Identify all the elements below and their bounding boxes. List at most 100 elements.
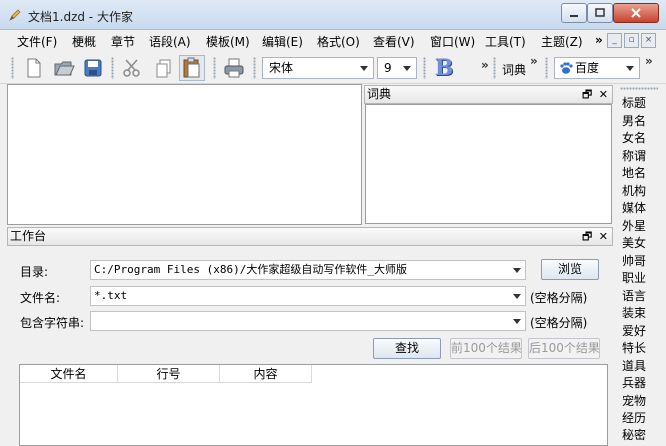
toolbar: 宋体 9 B » 词典 » 百度 » [0, 52, 666, 84]
toolbar-overflow-chevron[interactable]: » [481, 58, 489, 72]
sidebar-item[interactable]: 爱好 [622, 322, 646, 339]
dict-overflow-chevron[interactable]: » [530, 54, 538, 68]
new-document-button[interactable] [21, 55, 47, 81]
menu-view[interactable]: 查看(V) [373, 33, 415, 50]
sidebar-item[interactable]: 地名 [622, 164, 646, 181]
dictionary-panel-body[interactable] [365, 104, 612, 224]
previous-100-results-button[interactable]: 前100个结果 [450, 338, 522, 359]
menu-chapter[interactable]: 章节 [111, 33, 135, 50]
sidebar-item[interactable]: 秘密 [622, 426, 646, 443]
filename-hint: (空格分隔) [530, 291, 588, 305]
paste-button[interactable] [179, 55, 205, 81]
save-disk-icon [84, 59, 102, 77]
copy-button[interactable] [151, 55, 177, 81]
menu-file[interactable]: 文件(F) [17, 33, 57, 50]
close-panel-icon[interactable]: ✕ [599, 230, 608, 243]
workbench-panel: 目录: C:/Program Files (x86)/大作家超级自动写作软件_大… [7, 246, 612, 446]
menu-template[interactable]: 模板(M) [206, 33, 250, 50]
sidebar-item[interactable]: 女名 [622, 129, 646, 146]
search-engine-select[interactable]: 百度 [554, 57, 640, 79]
minimize-button[interactable] [561, 3, 587, 23]
next-100-results-button[interactable]: 后100个结果 [528, 338, 600, 359]
menu-edit[interactable]: 编辑(E) [262, 33, 303, 50]
search-results-table[interactable]: 文件名 行号 内容 [19, 364, 608, 446]
browse-button[interactable]: 浏览 [541, 259, 599, 280]
sidebar-item[interactable]: 宠物 [622, 392, 646, 409]
toolbar-grip[interactable] [253, 57, 256, 79]
dictionary-button[interactable]: 词典 [502, 61, 526, 78]
document-editor[interactable] [7, 84, 362, 225]
menu-paragraph[interactable]: 语段(A) [149, 33, 191, 50]
menu-overflow-chevron[interactable]: » [595, 33, 603, 47]
maximize-button[interactable] [587, 3, 613, 23]
column-header-content[interactable]: 内容 [220, 365, 312, 383]
directory-select[interactable]: C:/Program Files (x86)/大作家超级自动写作软件_大师版 [90, 260, 526, 280]
mdi-close-button[interactable]: × [641, 33, 656, 48]
save-button[interactable] [80, 55, 106, 81]
contains-string-label: 包含字符串: [20, 316, 85, 330]
sidebar-item[interactable]: 美女 [622, 234, 646, 251]
bold-icon: B [434, 55, 454, 81]
toolbar-grip[interactable] [11, 57, 14, 79]
sidebar-item[interactable]: 男名 [622, 112, 646, 129]
menu-tools[interactable]: 工具(T) [485, 33, 526, 50]
sidebar-grip[interactable] [620, 87, 658, 90]
menu-topic[interactable]: 主题(Z) [541, 33, 583, 50]
sidebar-item[interactable]: 称谓 [622, 147, 646, 164]
sidebar-item[interactable]: 媒体 [622, 199, 646, 216]
sidebar-item[interactable]: 兵器 [622, 374, 646, 391]
toolbar-grip[interactable] [423, 57, 426, 79]
workbench-panel-title: 工作台 [10, 229, 47, 243]
directory-value: C:/Program Files (x86)/大作家超级自动写作软件_大师版 [94, 263, 407, 276]
open-folder-icon [54, 61, 75, 76]
new-document-icon [27, 58, 41, 78]
sidebar-item[interactable]: 特长 [622, 339, 646, 356]
toolbar-grip[interactable] [111, 57, 114, 79]
filename-select[interactable]: *.txt [90, 286, 526, 306]
find-button[interactable]: 查找 [373, 338, 441, 359]
sidebar-item[interactable]: 职业 [622, 269, 646, 286]
menu-window[interactable]: 窗口(W) [430, 33, 475, 50]
sidebar-item[interactable]: 机构 [622, 182, 646, 199]
column-header-line[interactable]: 行号 [118, 365, 220, 383]
chevron-down-icon [513, 268, 521, 273]
app-pen-icon [9, 9, 21, 21]
font-size-select[interactable]: 9 [377, 57, 417, 79]
sidebar-item[interactable]: 帅哥 [622, 252, 646, 269]
mdi-restore-button[interactable]: ▫ [624, 33, 639, 48]
menu-format[interactable]: 格式(O) [317, 33, 360, 50]
sidebar-item[interactable]: 道具 [622, 357, 646, 374]
float-panel-icon[interactable]: 🗗 [582, 230, 592, 243]
directory-label: 目录: [20, 265, 49, 279]
toolbar-grip[interactable] [493, 57, 496, 79]
font-family-select[interactable]: 宋体 [262, 57, 374, 79]
dictionary-panel-title: 词典 [367, 87, 392, 101]
chevron-down-icon [626, 66, 634, 71]
print-button[interactable] [221, 55, 247, 81]
cut-button[interactable] [119, 55, 145, 81]
sidebar-item[interactable]: 装束 [622, 304, 646, 321]
sidebar-item[interactable]: 外星 [622, 217, 646, 234]
toolbar-grip[interactable] [545, 57, 548, 79]
float-panel-icon[interactable]: 🗗 [582, 88, 592, 101]
chevron-down-icon [403, 66, 411, 71]
toolbar-grip[interactable] [213, 57, 216, 79]
minimize-icon [570, 15, 578, 17]
contains-string-select[interactable] [90, 311, 526, 331]
sidebar-item[interactable]: 语言 [622, 287, 646, 304]
contains-string-hint: (空格分隔) [530, 316, 588, 330]
font-size-value: 9 [384, 61, 392, 75]
bold-button[interactable]: B [431, 55, 457, 81]
copy-icon [156, 59, 171, 78]
open-file-button[interactable] [51, 55, 77, 81]
sidebar-item[interactable]: 标题 [622, 94, 646, 111]
column-header-filename[interactable]: 文件名 [20, 365, 118, 383]
filename-value: *.txt [94, 289, 128, 302]
menu-outline[interactable]: 梗概 [72, 33, 96, 50]
sidebar-item[interactable]: 经历 [622, 409, 646, 426]
title-bar: 文档1.dzd - 大作家 [0, 0, 666, 30]
close-panel-icon[interactable]: ✕ [599, 88, 608, 101]
toolbar-overflow-chevron-2[interactable]: » [645, 54, 653, 68]
mdi-minimize-button[interactable]: _ [607, 33, 622, 48]
close-button[interactable] [613, 3, 659, 23]
